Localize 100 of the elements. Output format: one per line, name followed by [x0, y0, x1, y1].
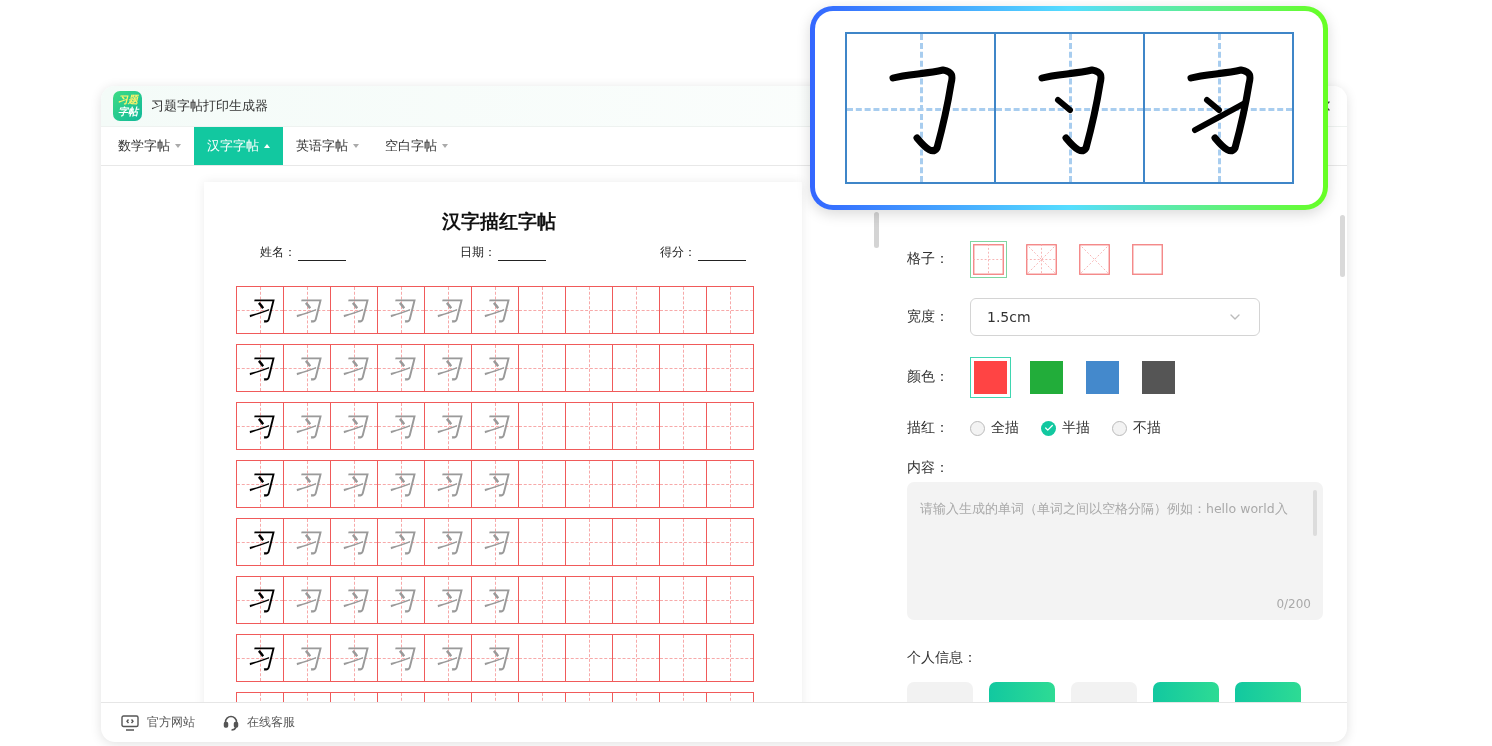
setting-label: 格子： [907, 250, 950, 268]
trace-radio[interactable]: 不描 [1112, 419, 1161, 437]
practice-cell [660, 344, 707, 392]
tab[interactable]: 英语字帖 [283, 127, 372, 165]
practice-cell [613, 460, 660, 508]
trace-radio[interactable]: 全描 [970, 419, 1019, 437]
practice-cell [707, 518, 754, 566]
field-label: 得分： [660, 244, 696, 261]
trace-character: 习 [481, 294, 509, 327]
setting-label: 描红： [907, 419, 950, 437]
trace-character: 习 [340, 352, 368, 385]
footer-link[interactable]: 在线客服 [223, 714, 295, 731]
trace-character: 习 [434, 642, 462, 675]
practice-cell [660, 576, 707, 624]
trace-character: 习 [340, 584, 368, 617]
grid-style-icon [1026, 243, 1057, 275]
grid-style-icon [1079, 243, 1110, 275]
grid-style-icon [1132, 243, 1163, 275]
trace-character: 习 [340, 468, 368, 501]
trace-character: 习 [387, 468, 415, 501]
practice-cell [707, 286, 754, 334]
trace-character: 习 [481, 642, 509, 675]
practice-cell [566, 402, 613, 450]
trace-character: 习 [293, 468, 321, 501]
tab[interactable]: 空白字帖 [372, 127, 461, 165]
trace-character: 习 [293, 642, 321, 675]
trace-radio[interactable]: 半描 [1041, 419, 1090, 437]
grid-style-icon [973, 243, 1004, 275]
caret-icon [264, 144, 270, 148]
caret-icon [353, 144, 359, 148]
trace-character: 习 [481, 352, 509, 385]
practice-cell [707, 634, 754, 682]
trace-character: 习 [481, 526, 509, 559]
logo-text: 字帖 [117, 106, 138, 118]
trace-character: 习 [387, 642, 415, 675]
practice-cell [660, 402, 707, 450]
trace-character: 习 [293, 294, 321, 327]
worksheet-title: 汉字描红字帖 [440, 209, 557, 234]
grid-style-option[interactable] [970, 240, 1007, 278]
logo-text: 习题 [117, 94, 138, 106]
width-select[interactable]: 1.5cm [970, 298, 1260, 336]
field-label: 姓名： [260, 244, 296, 261]
field-label: 日期： [460, 244, 496, 261]
practice-cell [660, 460, 707, 508]
practice-cell [613, 286, 660, 334]
model-character: 习 [246, 410, 274, 443]
model-character: 习 [246, 642, 274, 675]
practice-cell [566, 518, 613, 566]
trace-character: 习 [340, 410, 368, 443]
trace-character: 习 [340, 642, 368, 675]
trace-character: 习 [293, 410, 321, 443]
trace-character: 习 [387, 294, 415, 327]
practice-cell [613, 634, 660, 682]
practice-cell [660, 518, 707, 566]
trace-character: 习 [387, 526, 415, 559]
caret-icon [175, 144, 181, 148]
practice-cell [660, 634, 707, 682]
trace-character: 习 [340, 294, 368, 327]
radio-label: 半描 [1062, 419, 1090, 437]
practice-cell [613, 344, 660, 392]
model-character: 习 [246, 468, 274, 501]
monitor-icon [121, 714, 139, 731]
setting-label: 颜色： [907, 368, 950, 386]
trace-character: 习 [293, 526, 321, 559]
practice-cell [613, 576, 660, 624]
setting-label: 内容： [907, 459, 950, 477]
trace-character: 习 [481, 410, 509, 443]
practice-cell [707, 460, 754, 508]
window-title: 习题字帖打印生成器 [151, 97, 269, 115]
footer-link-label: 官方网站 [147, 714, 195, 731]
trace-character: 习 [434, 410, 462, 443]
model-character: 习 [246, 294, 274, 327]
trace-character: 习 [481, 584, 509, 617]
radio-label: 不描 [1133, 419, 1161, 437]
practice-cell [707, 344, 754, 392]
trace-character: 习 [434, 526, 462, 559]
trace-character: 习 [293, 584, 321, 617]
scrollbar-thumb[interactable] [1340, 215, 1345, 277]
radio-label: 全描 [991, 419, 1019, 437]
practice-cell [613, 518, 660, 566]
practice-cell [566, 286, 613, 334]
trace-character: 习 [387, 584, 415, 617]
model-character: 习 [246, 584, 274, 617]
character-counter: 0/200 [1276, 597, 1311, 611]
placeholder-text: 请输入生成的单词（单词之间以空格分隔）例如：hello world入 [920, 501, 1288, 516]
model-character: 习 [246, 352, 274, 385]
trace-character: 习 [340, 526, 368, 559]
setting-label: 个人信息： [907, 649, 977, 667]
scrollbar-thumb[interactable] [874, 212, 879, 248]
trace-character: 习 [434, 468, 462, 501]
trace-character: 习 [387, 352, 415, 385]
trace-character: 习 [481, 468, 509, 501]
practice-cell [707, 402, 754, 450]
model-character: 习 [246, 526, 274, 559]
caret-icon [442, 144, 448, 148]
practice-cell [707, 576, 754, 624]
footer-link[interactable]: 官方网站 [121, 714, 195, 731]
trace-character: 习 [293, 352, 321, 385]
practice-cell [566, 460, 613, 508]
tab[interactable]: 数学字帖 [105, 127, 194, 165]
